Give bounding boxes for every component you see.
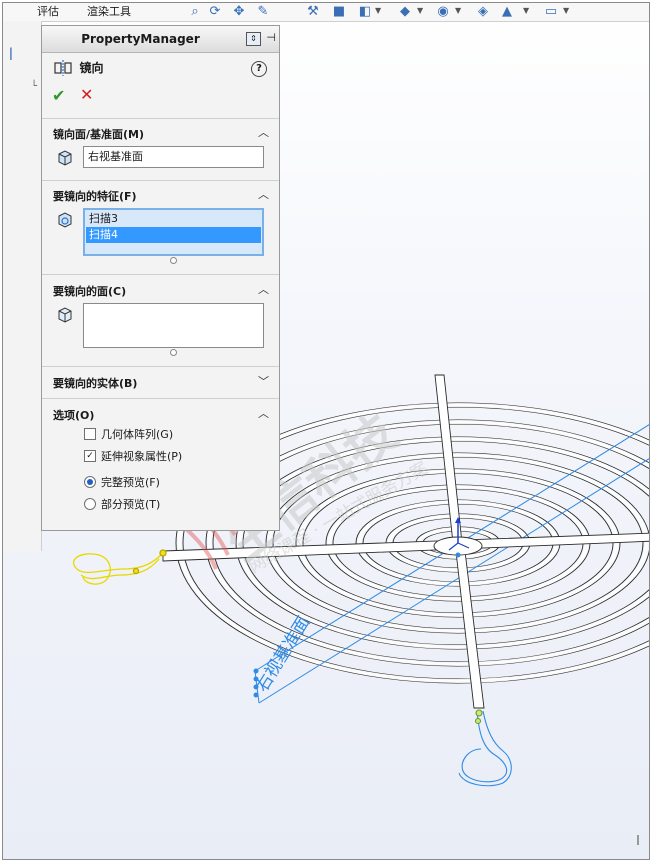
chevron-up-icon[interactable]: ︿ (258, 124, 269, 140)
property-manager-panel: PropertyManager ⇕ ⊣ 镜向 ? ✔ ✕ 镜向面/基准面(M) … (41, 25, 280, 531)
partial-preview-radio[interactable] (84, 498, 96, 510)
chevron-up-icon[interactable]: ︿ (258, 281, 269, 297)
full-preview-option[interactable]: 完整预览(F) (84, 475, 160, 491)
resize-grip-icon[interactable] (170, 257, 177, 264)
divider (42, 366, 279, 367)
propagate-visual-option[interactable]: ✓ 延伸视象属性(P) (84, 449, 182, 465)
propagate-visual-checkbox[interactable]: ✓ (84, 450, 96, 462)
divider (42, 180, 279, 181)
ok-button[interactable]: ✔ (52, 86, 65, 105)
section-title-features[interactable]: 要镜向的特征(F) (53, 188, 137, 204)
section-title-options[interactable]: 选项(O) (53, 407, 94, 423)
propagate-visual-label: 延伸视象属性(P) (101, 450, 183, 463)
plane-label: 右视基准面 (252, 613, 314, 696)
feature-title: 镜向 (79, 61, 104, 75)
cancel-button[interactable]: ✕ (80, 85, 93, 104)
features-list[interactable]: 扫描3 扫描4 (83, 208, 264, 256)
geometry-pattern-label: 几何体阵列(G) (101, 428, 174, 441)
pin-icon[interactable]: ⊣ (266, 32, 276, 44)
pm-header: PropertyManager ⇕ ⊣ (42, 26, 279, 53)
plane-selection-icon (58, 150, 72, 166)
scroll-marker (637, 835, 639, 845)
mirror-plane-value: 右视基准面 (88, 150, 143, 163)
geometry-pattern-option[interactable]: 几何体阵列(G) (84, 427, 173, 443)
faces-list[interactable] (83, 303, 264, 348)
section-title-faces[interactable]: 要镜向的面(C) (53, 283, 126, 299)
expand-collapse-icon[interactable]: ⇕ (246, 32, 261, 46)
divider (42, 274, 279, 275)
mirror-feature-icon (54, 59, 72, 76)
list-item-selected[interactable]: 扫描4 (86, 227, 261, 243)
divider (42, 398, 279, 399)
mirrored-hook-preview[interactable] (458, 709, 512, 787)
feature-selection-icon (58, 212, 72, 228)
resize-grip-icon[interactable] (170, 349, 177, 356)
chevron-down-icon[interactable]: ﹀ (258, 373, 269, 389)
list-item[interactable]: 扫描3 (86, 211, 261, 227)
section-title-bodies[interactable]: 要镜向的实体(B) (53, 375, 137, 391)
feature-header: 镜向 (54, 59, 104, 77)
chevron-up-icon[interactable]: ︿ (258, 405, 269, 421)
full-preview-label: 完整预览(F) (101, 476, 160, 489)
face-selection-icon (58, 307, 72, 323)
partial-preview-option[interactable]: 部分预览(T) (84, 497, 160, 513)
full-preview-radio[interactable] (84, 476, 96, 488)
mirror-plane-field[interactable]: 右视基准面 (83, 146, 264, 168)
section-title-mirror-plane[interactable]: 镜向面/基准面(M) (53, 126, 144, 142)
partial-preview-label: 部分预览(T) (101, 498, 161, 511)
help-icon[interactable]: ? (251, 61, 267, 77)
pm-header-title: PropertyManager (81, 32, 200, 46)
selected-hook-sweep[interactable] (73, 549, 167, 585)
divider (42, 118, 279, 119)
application-frame: 评估 渲染工具 ⌕ ⟳ ✥ ✎ ⚒ ■ ◧ ▼ ◆ ▼ ◉ ▼ ◈ ▲ ▼ ▭ … (2, 2, 650, 860)
geometry-pattern-checkbox[interactable] (84, 428, 96, 440)
chevron-up-icon[interactable]: ︿ (258, 186, 269, 202)
